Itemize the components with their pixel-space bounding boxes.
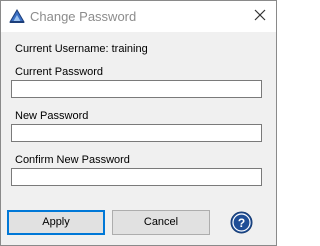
cancel-button[interactable]: Cancel — [112, 210, 210, 235]
change-password-dialog: Change Password Current Username: traini… — [0, 0, 277, 246]
current-username-value: training — [111, 43, 148, 55]
drawing-app-icon — [9, 9, 25, 23]
dialog-body: Current Username: training Current Passw… — [1, 32, 276, 245]
current-username-label: Current Username: — [15, 43, 109, 55]
current-username-row: Current Username: training — [15, 43, 148, 55]
apply-button[interactable]: Apply — [7, 210, 105, 235]
title-bar: Change Password — [1, 1, 276, 32]
help-icon[interactable]: ? — [230, 211, 253, 234]
current-password-field[interactable] — [11, 80, 262, 98]
confirm-password-label: Confirm New Password — [15, 154, 130, 166]
svg-text:?: ? — [238, 216, 245, 230]
close-icon[interactable] — [252, 7, 268, 23]
confirm-password-field[interactable] — [11, 168, 262, 186]
new-password-field[interactable] — [11, 124, 262, 142]
current-password-label: Current Password — [15, 66, 104, 78]
new-password-label: New Password — [15, 110, 89, 122]
window-title: Change Password — [30, 9, 137, 24]
